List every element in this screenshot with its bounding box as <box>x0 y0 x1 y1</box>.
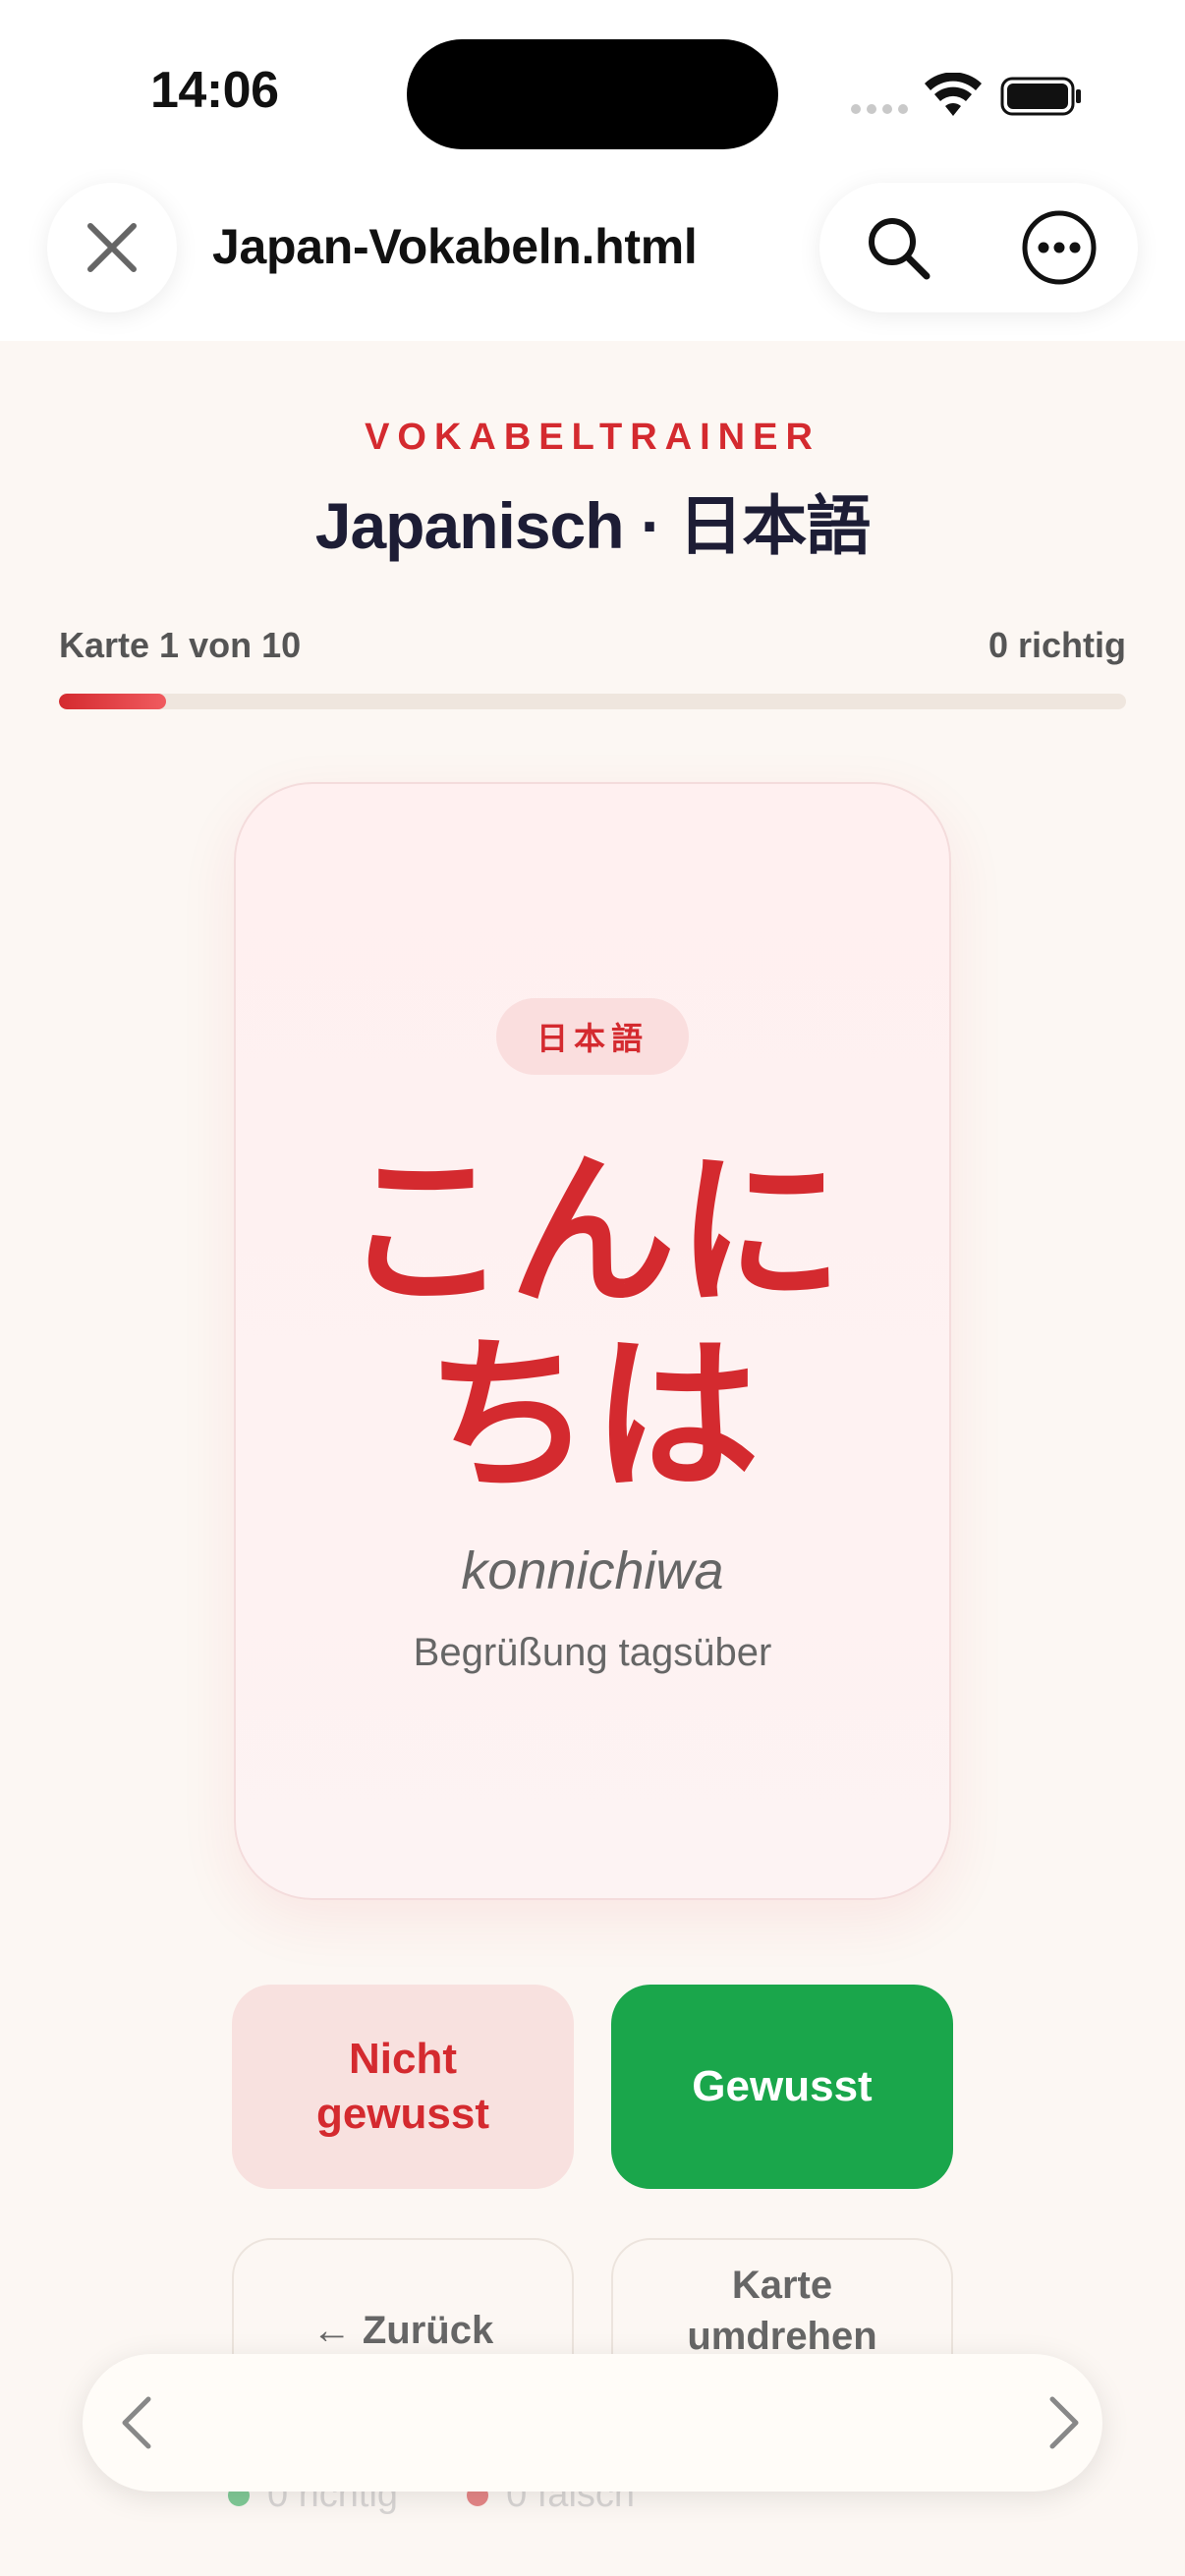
browser-forward-button[interactable] <box>1016 2376 1110 2470</box>
progress-bar-fill <box>59 694 166 709</box>
close-button[interactable] <box>47 183 177 312</box>
not-known-label: Nicht gewusst <box>315 2035 490 2138</box>
progress-label: Karte 1 von 10 <box>59 625 302 665</box>
search-button[interactable] <box>843 193 953 303</box>
japanese-word-line-1: こんに <box>341 1135 843 1329</box>
chevron-right-icon <box>1049 2396 1079 2449</box>
japanese-word: こんに ちは <box>324 1140 861 1509</box>
page-filename: Japan-Vokabeln.html <box>212 219 698 274</box>
search-icon <box>869 218 931 280</box>
dynamic-island <box>407 39 778 149</box>
progress-bar <box>59 694 1126 709</box>
back-label: ← Zurück <box>311 2309 494 2352</box>
page-eyebrow: VOKABELTRAINER <box>365 417 820 458</box>
browser-back-button[interactable] <box>90 2376 185 2470</box>
page-title: Japanisch · 日本語 <box>314 489 871 562</box>
cellular-signal-icon <box>851 104 908 114</box>
battery-icon <box>1000 77 1081 116</box>
chevron-left-icon <box>122 2396 151 2449</box>
romaji: konnichiwa <box>461 1541 724 1600</box>
meaning: Begrüßung tagsüber <box>413 1631 772 1674</box>
japanese-word-line-2: ちは <box>424 1319 760 1514</box>
flip-card-label: Karte umdrehen <box>687 2264 877 2358</box>
language-badge: 日本語 <box>496 998 689 1075</box>
more-button[interactable] <box>1004 193 1114 303</box>
not-known-button[interactable]: Nicht gewusst <box>232 1985 574 2189</box>
bottom-toolbar <box>83 2354 1102 2492</box>
status-time: 14:06 <box>150 62 279 119</box>
wifi-icon <box>925 73 982 116</box>
close-icon <box>87 223 137 272</box>
score-label: 0 richtig <box>988 625 1126 665</box>
known-button[interactable]: Gewusst <box>611 1985 953 2189</box>
more-icon <box>1022 210 1097 285</box>
known-label: Gewusst <box>692 2062 873 2110</box>
